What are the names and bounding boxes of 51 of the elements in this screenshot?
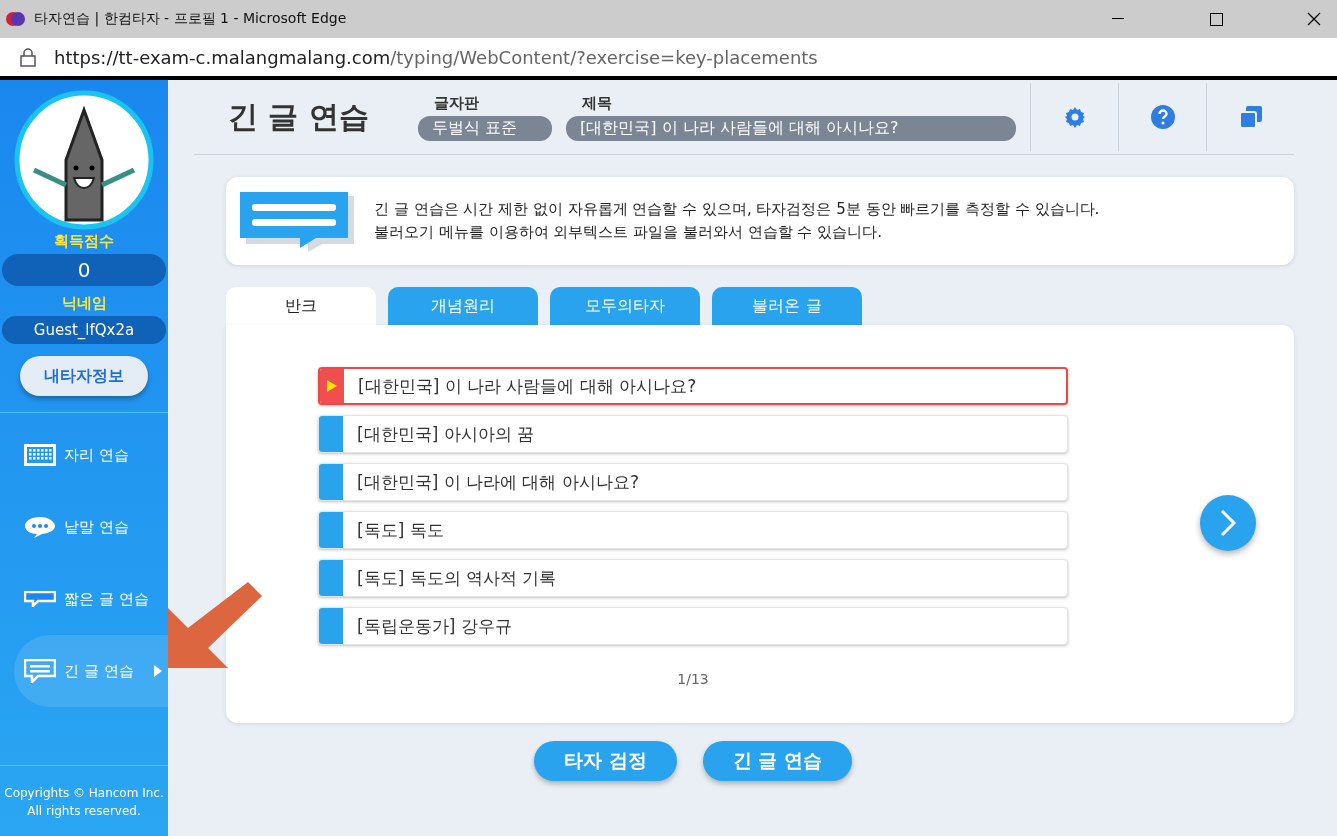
tab[interactable]: 개념원리 (388, 287, 538, 325)
lock-icon (20, 47, 36, 67)
tab[interactable]: 반크 (226, 287, 376, 325)
message-box-icon (238, 190, 354, 252)
info-text: 불러오기 메뉴를 이용하여 외부텍스트 파일을 불러와서 연습할 수 있습니다. (374, 223, 883, 242)
sidebar-item[interactable]: 낱말 연습 (14, 491, 168, 563)
minimize-icon (1112, 18, 1124, 20)
maximize-icon (1209, 12, 1223, 26)
sidebar-item-label: 긴 글 연습 (64, 661, 134, 681)
action-button[interactable]: 긴 글 연습 (702, 741, 852, 781)
score-value: 0 (2, 254, 166, 286)
sidebar-item-label: 자리 연습 (64, 445, 129, 465)
text-list-item[interactable]: [독도] 독도의 역사적 기록 (318, 559, 1068, 597)
sidebar-item-label: 짧은 글 연습 (64, 589, 149, 609)
profile-button[interactable]: 내타자정보 (20, 356, 148, 396)
score-label: 획득점수 (54, 232, 114, 251)
play-icon (327, 380, 337, 392)
text-list-item[interactable]: [대한민국] 아시아의 꿈 (318, 415, 1068, 453)
nickname-label: 닉네임 (61, 294, 107, 313)
text-list-item[interactable]: [독립운동가] 강우규 (318, 607, 1068, 645)
message-bar-icon (24, 591, 56, 607)
tab[interactable]: 모두의타자 (550, 287, 700, 325)
window-title: 타자연습 | 한컴타자 - 프로필 1 - Microsoft Edge (34, 10, 348, 28)
help-icon (1149, 104, 1176, 130)
text-list-item[interactable]: [대한민국] 이 나라에 대해 아시나요? (318, 463, 1068, 501)
page-indicator: 1/13 (677, 671, 709, 687)
tab[interactable]: 불러온 글 (712, 287, 862, 325)
sidebar-item[interactable]: 자리 연습 (14, 419, 168, 491)
browser-logo-icon (6, 11, 26, 27)
subject-value: [대한민국] 이 나라 사람들에 대해 아시나요? (566, 115, 1016, 141)
message-box-icon (24, 659, 56, 683)
layout-label: 글자판 (433, 93, 480, 113)
caret-icon (154, 665, 162, 677)
close-icon (1307, 12, 1321, 26)
layout-value: 두벌식 표준 (418, 115, 552, 141)
sidebar-item[interactable]: 짧은 글 연습 (14, 563, 168, 635)
copyright-text: Copyrights © Hancom Inc. (4, 785, 164, 802)
next-page-button[interactable] (1200, 495, 1256, 551)
keyboard-icon (24, 444, 56, 466)
copyright-text: All rights reserved. (27, 803, 141, 820)
sidebar-item-label: 낱말 연습 (64, 517, 129, 537)
text-list-item[interactable]: [독도] 독도 (318, 511, 1068, 549)
chevron-right-icon (1218, 508, 1238, 538)
sidebar-item[interactable]: 긴 글 연습 (14, 635, 168, 707)
subject-label: 제목 (581, 93, 613, 113)
text-list-item[interactable]: [대한민국] 이 나라 사람들에 대해 아시나요? (318, 367, 1068, 405)
nickname-value: Guest_lfQx2a (2, 316, 166, 344)
page-title: 긴 글 연습 (227, 97, 370, 136)
speech-bubble-icon (24, 516, 56, 538)
info-text: 긴 글 연습은 시간 제한 없이 자유롭게 연습할 수 있으며, 타자검정은 5분 동안 빠르기를 측정할 수 있습니다. (374, 200, 1100, 219)
action-button[interactable]: 타자 검정 (534, 741, 677, 781)
